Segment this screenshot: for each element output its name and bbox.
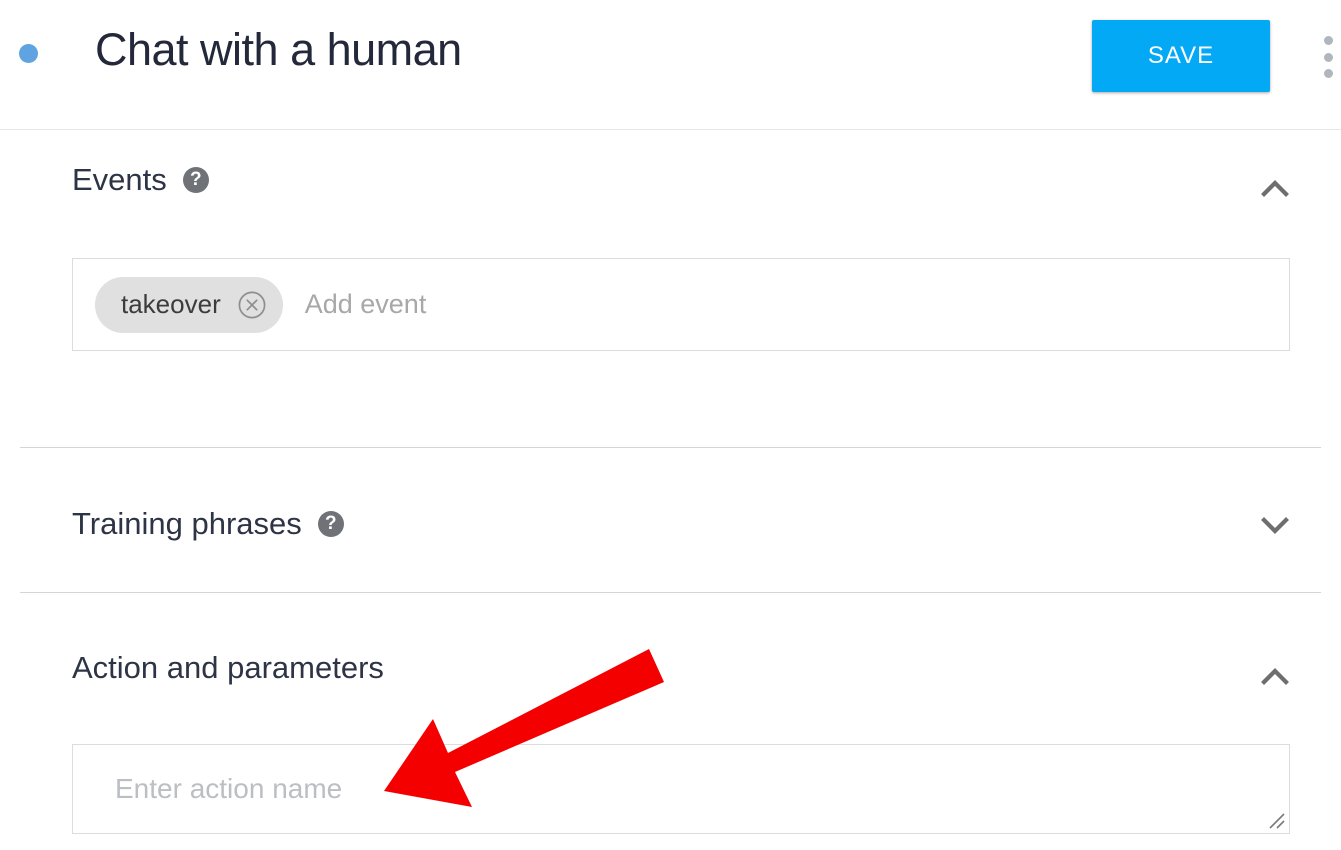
- event-chip-takeover[interactable]: takeover: [95, 276, 283, 333]
- section-title-events: Events: [72, 162, 167, 197]
- section-title-training-phrases: Training phrases: [72, 506, 302, 541]
- kebab-dot: [1323, 36, 1333, 45]
- help-icon-training-phrases[interactable]: ?: [317, 511, 344, 537]
- section-header-training-phrases[interactable]: Training phrases ?: [72, 494, 344, 554]
- action-name-placeholder: Enter action name: [115, 773, 343, 804]
- add-event-input[interactable]: Add event: [305, 289, 427, 320]
- section-header-action-and-parameters[interactable]: Action and parameters: [72, 638, 384, 698]
- chevron-down-icon-training-phrases[interactable]: [1252, 502, 1298, 548]
- resize-grip-icon[interactable]: [1264, 808, 1286, 830]
- section-header-events[interactable]: Events ?: [72, 150, 209, 210]
- action-name-input[interactable]: Enter action name: [72, 744, 1290, 834]
- section-title-action-and-parameters: Action and parameters: [72, 650, 384, 685]
- events-input-box[interactable]: takeover Add event: [72, 258, 1290, 351]
- chevron-up-icon-events[interactable]: [1252, 166, 1298, 212]
- circle-x-icon[interactable]: [237, 290, 267, 320]
- kebab-dot: [1323, 69, 1333, 78]
- help-icon-events[interactable]: ?: [182, 167, 209, 193]
- event-chip-label: takeover: [121, 289, 221, 319]
- kebab-dot: [1323, 52, 1333, 62]
- status-dot-icon: [19, 44, 38, 63]
- save-button[interactable]: SAVE: [1092, 20, 1270, 92]
- divider-events-training: [20, 447, 1321, 448]
- divider-training-action: [20, 592, 1321, 593]
- page-title: Chat with a human: [95, 24, 462, 75]
- kebab-menu-icon[interactable]: [1318, 34, 1338, 80]
- chevron-up-icon-action-and-parameters[interactable]: [1252, 654, 1298, 700]
- page-header: Chat with a human SAVE: [0, 0, 1341, 130]
